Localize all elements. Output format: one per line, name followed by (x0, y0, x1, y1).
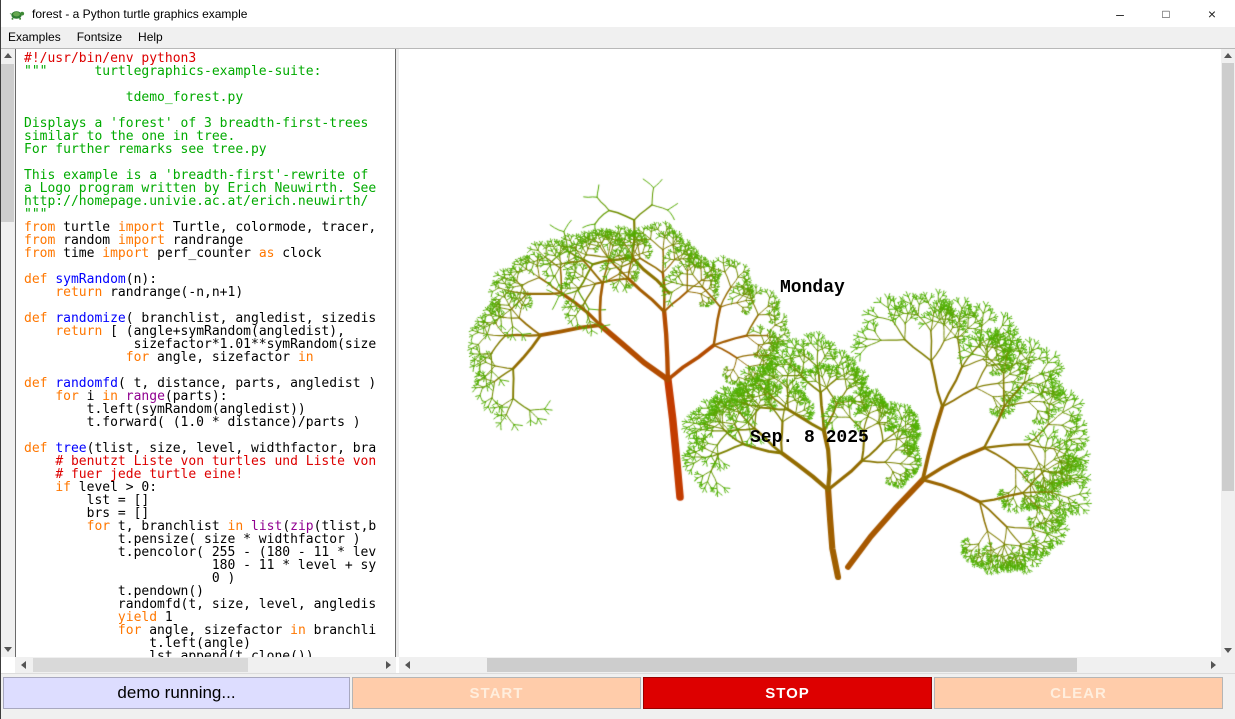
canvas-horizontal-scrollbar[interactable] (399, 657, 1221, 673)
code-line: t.forward( (1.0 * distance)/parts ) (24, 416, 395, 429)
canvas-vertical-scrollbar[interactable] (1221, 48, 1235, 657)
editor-vscroll-thumb[interactable] (1, 64, 14, 222)
menu-bar: Examples Fontsize Help (0, 27, 1235, 48)
scroll-right-arrow[interactable] (380, 657, 396, 673)
scroll-left-arrow[interactable] (15, 657, 31, 673)
code-text[interactable]: #!/usr/bin/env python3""" turtlegraphics… (15, 48, 396, 657)
code-line: lst.append(t.clone()) (24, 650, 395, 657)
menu-help[interactable]: Help (130, 27, 171, 48)
code-line: tdemo_forest.py (24, 91, 395, 104)
scroll-right-arrow[interactable] (1205, 657, 1221, 673)
code-line: return randrange(-n,n+1) (24, 286, 395, 299)
turtle-icon (9, 6, 25, 22)
scroll-down-arrow[interactable] (0, 642, 15, 657)
status-label: demo running... (3, 677, 350, 709)
start-button[interactable]: START (352, 677, 641, 709)
maximize-button[interactable]: □ (1143, 0, 1189, 27)
canvas-overlay: Monday Sep. 8 2025 (399, 48, 1221, 657)
canvas-vscroll-thumb[interactable] (1222, 63, 1234, 491)
menu-fontsize[interactable]: Fontsize (69, 27, 130, 48)
close-button[interactable]: × (1189, 0, 1235, 27)
bottom-bar: demo running... START STOP CLEAR (0, 673, 1235, 719)
scrollbar-corner (1221, 657, 1235, 673)
canvas-text: Sep. 8 2025 (750, 429, 869, 447)
editor-hscroll-thumb[interactable] (33, 658, 248, 672)
scroll-down-arrow[interactable] (1221, 643, 1235, 657)
scroll-up-arrow[interactable] (1221, 48, 1235, 62)
canvas-hscroll-thumb[interactable] (487, 658, 1077, 672)
window-left-edge (0, 0, 1, 719)
code-line: http://homepage.univie.ac.at/erich.neuwi… (24, 195, 395, 208)
stop-button[interactable]: STOP (643, 677, 932, 709)
menu-examples[interactable]: Examples (0, 27, 69, 48)
canvas-text: Monday (780, 279, 845, 297)
editor-horizontal-scrollbar[interactable] (15, 657, 396, 673)
window-controls: – □ × (1097, 0, 1235, 27)
code-line: For further remarks see tree.py (24, 143, 395, 156)
code-line: for angle, sizefactor in (24, 351, 395, 364)
app-window: forest - a Python turtle graphics exampl… (0, 0, 1235, 719)
minimize-button[interactable]: – (1097, 0, 1143, 27)
title-bar[interactable]: forest - a Python turtle graphics exampl… (0, 0, 1235, 27)
canvas-pane: Monday Sep. 8 2025 (399, 48, 1221, 657)
code-line: from time import perf_counter as clock (24, 247, 395, 260)
menubar-divider (0, 48, 1235, 49)
window-title: forest - a Python turtle graphics exampl… (32, 7, 247, 21)
clear-button[interactable]: CLEAR (934, 677, 1223, 709)
scroll-up-arrow[interactable] (0, 48, 15, 63)
editor-vertical-scrollbar[interactable] (0, 48, 15, 657)
code-line: """ turtlegraphics-example-suite: (24, 65, 395, 78)
scroll-left-arrow[interactable] (399, 657, 415, 673)
